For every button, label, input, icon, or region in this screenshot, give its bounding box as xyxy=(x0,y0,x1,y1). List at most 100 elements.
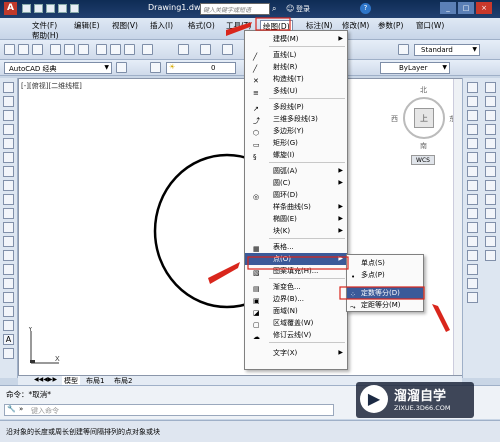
menu-item-donut[interactable]: ◎ 圆环(D) xyxy=(245,189,347,201)
layer-select[interactable]: ☀ 0 xyxy=(166,62,236,74)
maximize-button[interactable]: □ xyxy=(458,2,474,14)
extend-tool-icon[interactable] xyxy=(467,222,478,233)
line-tool-icon[interactable] xyxy=(3,82,14,93)
menu-item-ray[interactable]: ╱ 射线(R) xyxy=(245,61,347,73)
viewcube[interactable]: 北 南 西 东 上 xyxy=(389,85,459,155)
undo-icon[interactable] xyxy=(178,44,189,55)
trim-tool-icon[interactable] xyxy=(467,208,478,219)
menu-item-3dpoly[interactable]: ⤴ 三维多段线(3) xyxy=(245,113,347,125)
pan-icon[interactable] xyxy=(222,44,233,55)
workspace-settings-icon[interactable] xyxy=(116,62,127,73)
snap-endpoint-icon[interactable] xyxy=(485,82,496,93)
text-style-icon[interactable] xyxy=(398,44,409,55)
xline-tool-icon[interactable] xyxy=(3,96,14,107)
layer-icon[interactable] xyxy=(150,62,161,73)
menu-edit[interactable]: 编辑(E) xyxy=(74,20,100,31)
ellipse-arc-tool-icon[interactable] xyxy=(3,222,14,233)
stretch-tool-icon[interactable] xyxy=(467,194,478,205)
login-link[interactable]: 登录 xyxy=(296,4,310,14)
gradient-tool-icon[interactable] xyxy=(3,292,14,303)
arc-tool-icon[interactable] xyxy=(3,152,14,163)
copy-tool-icon[interactable] xyxy=(467,96,478,107)
search-input[interactable]: 键入关键字或短语 xyxy=(200,3,270,15)
array-tool-icon[interactable] xyxy=(467,138,478,149)
menu-item-ellipse[interactable]: 椭圆(E) ▶ xyxy=(245,213,347,225)
publish-icon[interactable] xyxy=(78,44,89,55)
menu-format[interactable]: 格式(O) xyxy=(188,20,215,31)
snap-quadrant-icon[interactable] xyxy=(485,138,496,149)
menu-view[interactable]: 视图(V) xyxy=(112,20,138,31)
menu-insert[interactable]: 插入(I) xyxy=(150,20,173,31)
wcs-button[interactable]: WCS xyxy=(411,155,435,165)
snap-insert-icon[interactable] xyxy=(485,194,496,205)
menu-item-hatch[interactable]: ▧ 图案填充(H)... xyxy=(245,265,347,277)
point-tool-icon[interactable] xyxy=(3,264,14,275)
menu-item-xline[interactable]: ✕ 构造线(T) xyxy=(245,73,347,85)
menu-item-point[interactable]: 点(O) ▶ xyxy=(245,253,347,265)
menu-item-spline[interactable]: 样条曲线(S) ▶ xyxy=(245,201,347,213)
insert-block-tool-icon[interactable] xyxy=(3,236,14,247)
rotate-tool-icon[interactable] xyxy=(467,166,478,177)
submenu-item-measure[interactable]: ⤳ 定距等分(M) xyxy=(347,299,423,311)
plot-icon[interactable] xyxy=(50,44,61,55)
open-icon[interactable] xyxy=(18,44,29,55)
minimize-button[interactable]: _ xyxy=(440,2,456,14)
snap-intersection-icon[interactable] xyxy=(485,110,496,121)
snap-nearest-icon[interactable] xyxy=(485,222,496,233)
paste-icon[interactable] xyxy=(124,44,135,55)
add-selected-tool-icon[interactable] xyxy=(3,348,14,359)
help-icon[interactable]: ? xyxy=(360,3,371,14)
table-tool-icon[interactable] xyxy=(3,320,14,331)
cut-icon[interactable] xyxy=(96,44,107,55)
menu-item-rectangle[interactable]: ▭ 矩形(G) xyxy=(245,137,347,149)
tab-nav-arrows[interactable]: ◀◀◀▶▶ xyxy=(34,376,57,383)
snap-midpoint-icon[interactable] xyxy=(485,96,496,107)
menu-item-boundary[interactable]: ▣ 边界(B)... xyxy=(245,293,347,305)
viewcube-south[interactable]: 南 xyxy=(420,141,427,151)
app-logo-icon[interactable]: A xyxy=(4,2,17,15)
hatch-tool-icon[interactable] xyxy=(3,278,14,289)
snap-perpendicular-icon[interactable] xyxy=(485,166,496,177)
redo-icon[interactable] xyxy=(200,44,211,55)
save-icon[interactable] xyxy=(32,44,43,55)
fillet-tool-icon[interactable] xyxy=(467,278,478,289)
snap-center-icon[interactable] xyxy=(485,124,496,135)
explode-tool-icon[interactable] xyxy=(467,292,478,303)
viewcube-west[interactable]: 西 xyxy=(391,114,398,124)
menu-item-pline[interactable]: ↗ 多段线(P) xyxy=(245,101,347,113)
menu-item-text[interactable]: 文字(X) ▶ xyxy=(245,347,347,359)
snap-none-icon[interactable] xyxy=(485,236,496,247)
menu-item-gradient[interactable]: ▤ 渐变色... xyxy=(245,281,347,293)
menu-item-mline[interactable]: ≡ 多线(U) xyxy=(245,85,347,97)
snap-node-icon[interactable] xyxy=(485,208,496,219)
pline-tool-icon[interactable] xyxy=(3,110,14,121)
drawing-canvas[interactable]: [-][俯视][二维线框] 北 南 西 东 上 WCS Y X xyxy=(18,78,462,376)
revcloud-tool-icon[interactable] xyxy=(3,180,14,191)
close-button[interactable]: × xyxy=(476,2,492,14)
break-tool-icon[interactable] xyxy=(467,236,478,247)
user-icon[interactable]: ☺ xyxy=(286,4,294,13)
command-input[interactable]: 🔧 » 键入命令 xyxy=(4,404,334,416)
mtext-tool-icon[interactable]: A xyxy=(3,334,14,345)
viewcube-top-face[interactable]: 上 xyxy=(414,108,434,128)
join-tool-icon[interactable] xyxy=(467,250,478,261)
submenu-item-single-point[interactable]: 单点(S) xyxy=(347,257,423,269)
spline-tool-icon[interactable] xyxy=(3,194,14,205)
menu-parametric[interactable]: 参数(P) xyxy=(378,20,403,31)
snap-parallel-icon[interactable] xyxy=(485,180,496,191)
menu-item-line[interactable]: ╱ 直线(L) xyxy=(245,49,347,61)
rectangle-tool-icon[interactable] xyxy=(3,138,14,149)
search-icon[interactable]: ⌕ xyxy=(272,4,276,14)
match-properties-icon[interactable] xyxy=(142,44,153,55)
menu-item-circle[interactable]: 圆(C) ▶ xyxy=(245,177,347,189)
mirror-tool-icon[interactable] xyxy=(467,110,478,121)
menu-item-region[interactable]: ◪ 面域(N) xyxy=(245,305,347,317)
scale-tool-icon[interactable] xyxy=(467,180,478,191)
erase-tool-icon[interactable] xyxy=(467,82,478,93)
window-controls[interactable]: _ □ × xyxy=(440,2,492,14)
chamfer-tool-icon[interactable] xyxy=(467,264,478,275)
new-icon[interactable] xyxy=(4,44,15,55)
menu-item-helix[interactable]: § 螺旋(I) xyxy=(245,149,347,161)
make-block-tool-icon[interactable] xyxy=(3,250,14,261)
menu-item-wipeout[interactable]: ▢ 区域覆盖(W) xyxy=(245,317,347,329)
